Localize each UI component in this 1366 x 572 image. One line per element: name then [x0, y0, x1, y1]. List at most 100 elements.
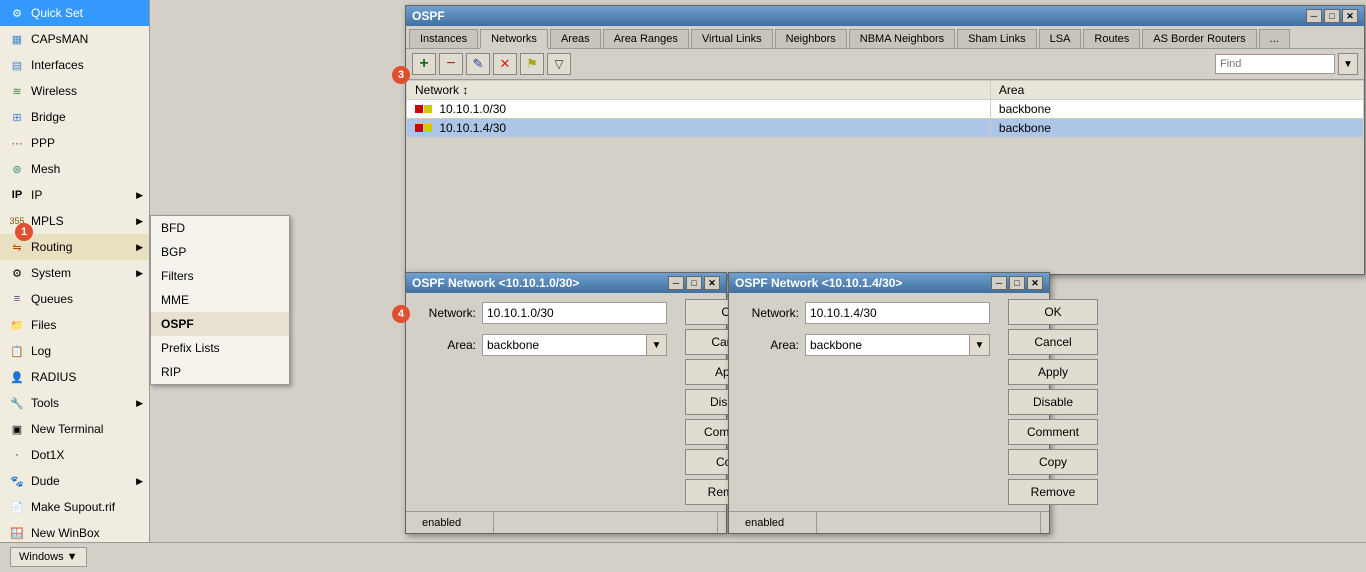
circle-label-3: 3 [392, 66, 410, 84]
network-table: Network ↕ Area 10.10.1.0/30 backbone [406, 80, 1364, 138]
ospf-main-window: OSPF ─ □ ✕ Instances Networks Areas Area… [405, 5, 1365, 275]
net2-maximize-button[interactable]: □ [1009, 276, 1025, 290]
sidebar-item-dot1x[interactable]: · Dot1X [0, 442, 149, 468]
tab-networks[interactable]: Networks [480, 29, 548, 49]
submenu-mme[interactable]: MME [151, 288, 289, 312]
cancel2-button[interactable]: Cancel [1008, 329, 1098, 355]
network-table-container: Network ↕ Area 10.10.1.0/30 backbone [406, 80, 1364, 220]
flag-button[interactable]: ⚑ [520, 53, 544, 75]
ospf-toolbar: + − ✎ ✕ ⚑ ▽ ▼ [406, 49, 1364, 80]
status2-enabled: enabled [737, 512, 817, 533]
sidebar-item-wireless[interactable]: ≋ Wireless [0, 78, 149, 104]
sidebar-item-capsman[interactable]: ▦ CAPsMAN [0, 26, 149, 52]
sidebar-item-dude[interactable]: 🐾 Dude [0, 468, 149, 494]
add-button[interactable]: + [412, 53, 436, 75]
sidebar-item-ip[interactable]: IP IP [0, 182, 149, 208]
comment2-button[interactable]: Comment [1008, 419, 1098, 445]
ppp-icon: ⋯ [8, 134, 26, 152]
tab-sham-links[interactable]: Sham Links [957, 29, 1036, 48]
cancel-button[interactable]: ✕ [493, 53, 517, 75]
net1-titlebar-controls: ─ □ ✕ [668, 276, 720, 290]
submenu-rip[interactable]: RIP [151, 360, 289, 384]
interfaces-icon: ▤ [8, 56, 26, 74]
remove2-button[interactable]: Remove [1008, 479, 1098, 505]
maximize-button[interactable]: □ [1324, 9, 1340, 23]
net1-close-button[interactable]: ✕ [704, 276, 720, 290]
close-button[interactable]: ✕ [1342, 9, 1358, 23]
sidebar-item-system[interactable]: ⚙ System [0, 260, 149, 286]
table-row[interactable]: 10.10.1.0/30 backbone [407, 100, 1364, 119]
net2-close-button[interactable]: ✕ [1027, 276, 1043, 290]
sidebar-item-queues[interactable]: ≡ Queues [0, 286, 149, 312]
sidebar-item-interfaces[interactable]: ▤ Interfaces [0, 52, 149, 78]
submenu-filters[interactable]: Filters [151, 264, 289, 288]
ospf-net2-titlebar: OSPF Network <10.10.1.4/30> ─ □ ✕ [729, 273, 1049, 293]
submenu-prefix-lists[interactable]: Prefix Lists [151, 336, 289, 360]
tab-as-border-routers[interactable]: AS Border Routers [1142, 29, 1256, 48]
tab-lsa[interactable]: LSA [1039, 29, 1082, 48]
status-enabled: enabled [414, 512, 494, 533]
queues-icon: ≡ [8, 290, 26, 308]
tab-area-ranges[interactable]: Area Ranges [603, 29, 689, 48]
area2-input[interactable] [805, 334, 970, 356]
sidebar-item-tools[interactable]: 🔧 Tools [0, 390, 149, 416]
copy2-button[interactable]: Copy [1008, 449, 1098, 475]
log-icon: 📋 [8, 342, 26, 360]
sidebar-item-log[interactable]: 📋 Log [0, 338, 149, 364]
sidebar-item-radius[interactable]: 👤 RADIUS [0, 364, 149, 390]
ospf-net1-body: Network: Area: ▼ OK Cancel Apply Disable… [406, 293, 726, 511]
sidebar-item-files[interactable]: 📁 Files [0, 312, 149, 338]
network-input[interactable] [482, 302, 667, 324]
row-status-icon [415, 105, 432, 113]
tab-areas[interactable]: Areas [550, 29, 601, 48]
tab-more[interactable]: ... [1259, 29, 1290, 48]
network-label: Network: [416, 306, 476, 320]
disable2-button[interactable]: Disable [1008, 389, 1098, 415]
tab-virtual-links[interactable]: Virtual Links [691, 29, 773, 48]
area2-dropdown-arrow[interactable]: ▼ [970, 334, 990, 356]
edit-button[interactable]: ✎ [466, 53, 490, 75]
find-dropdown-arrow[interactable]: ▼ [1338, 53, 1358, 75]
area2-label: Area: [739, 338, 799, 352]
wireless-icon: ≋ [8, 82, 26, 100]
submenu-bfd[interactable]: BFD [151, 216, 289, 240]
sidebar-item-bridge[interactable]: ⊞ Bridge [0, 104, 149, 130]
filter-button[interactable]: ▽ [547, 53, 571, 75]
routing-submenu: BFD BGP Filters MME OSPF Prefix Lists RI… [150, 215, 290, 385]
system-icon: ⚙ [8, 264, 26, 282]
sidebar-item-mesh[interactable]: ⊛ Mesh [0, 156, 149, 182]
net2-minimize-button[interactable]: ─ [991, 276, 1007, 290]
circle-label-4: 4 [392, 305, 410, 323]
submenu-ospf[interactable]: OSPF [151, 312, 289, 336]
net1-maximize-button[interactable]: □ [686, 276, 702, 290]
col-area[interactable]: Area [990, 81, 1363, 100]
find-input[interactable] [1215, 54, 1335, 74]
remove-button[interactable]: − [439, 53, 463, 75]
tab-nbma-neighbors[interactable]: NBMA Neighbors [849, 29, 955, 48]
network2-input[interactable] [805, 302, 990, 324]
col-network[interactable]: Network ↕ [407, 81, 991, 100]
sidebar-item-ppp[interactable]: ⋯ PPP [0, 130, 149, 156]
sidebar-item-make-supout[interactable]: 📄 Make Supout.rif [0, 494, 149, 520]
sidebar-item-quick-set[interactable]: ⚙ Quick Set [0, 0, 149, 26]
area-input[interactable] [482, 334, 647, 356]
windows-item[interactable]: Windows ▼ [10, 547, 87, 567]
net1-minimize-button[interactable]: ─ [668, 276, 684, 290]
table-row[interactable]: 10.10.1.4/30 backbone [407, 119, 1364, 138]
dot1x-icon: · [8, 446, 26, 464]
row-status-icon [415, 124, 432, 132]
sidebar-item-new-terminal[interactable]: ▣ New Terminal [0, 416, 149, 442]
apply2-button[interactable]: Apply [1008, 359, 1098, 385]
ok2-button[interactable]: OK [1008, 299, 1098, 325]
minimize-button[interactable]: ─ [1306, 9, 1322, 23]
tab-routes[interactable]: Routes [1083, 29, 1140, 48]
submenu-bgp[interactable]: BGP [151, 240, 289, 264]
net2-titlebar-controls: ─ □ ✕ [991, 276, 1043, 290]
ospf-net1-titlebar: OSPF Network <10.10.1.0/30> ─ □ ✕ [406, 273, 726, 293]
ospf-net2-title: OSPF Network <10.10.1.4/30> [735, 276, 902, 290]
ospf-net2-body: Network: Area: ▼ OK Cancel Apply Disable… [729, 293, 1049, 511]
titlebar-controls: ─ □ ✕ [1306, 9, 1358, 23]
tab-instances[interactable]: Instances [409, 29, 478, 48]
tab-neighbors[interactable]: Neighbors [775, 29, 847, 48]
area-dropdown-arrow[interactable]: ▼ [647, 334, 667, 356]
